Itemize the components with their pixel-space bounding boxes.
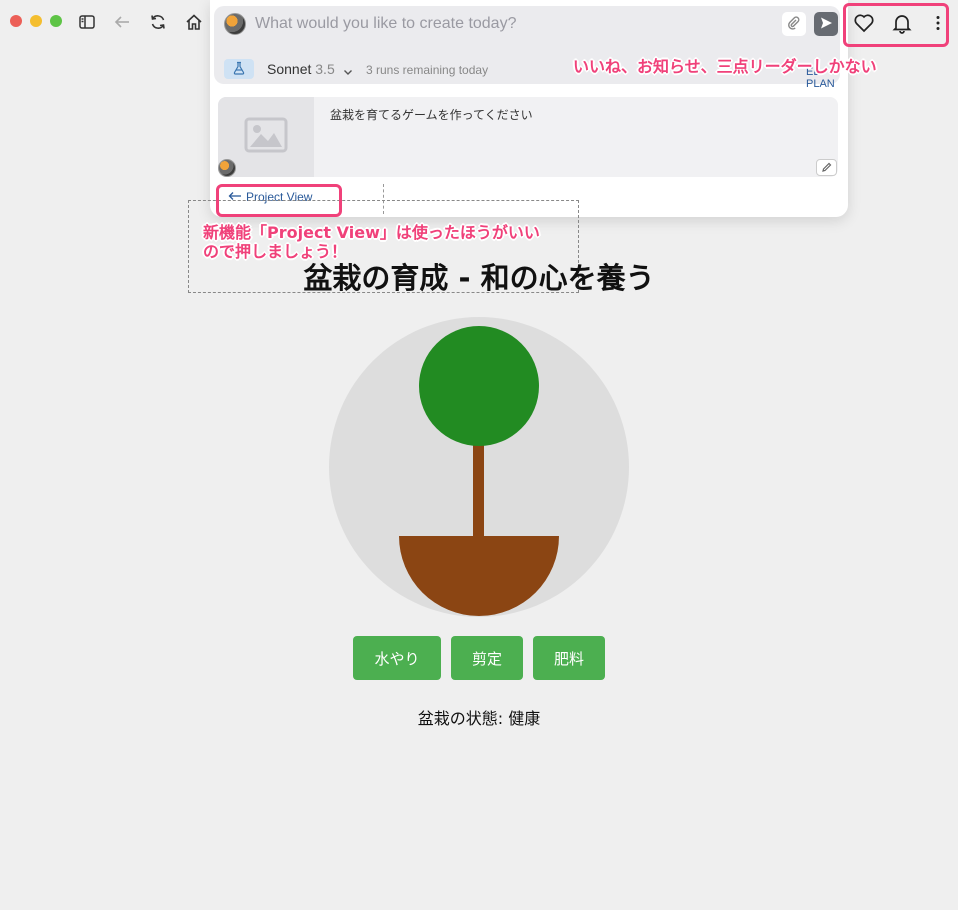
- bonsai-illustration: [329, 317, 629, 617]
- project-view-annotation-line1: 新機能「Project View」は使ったほうがいい: [203, 223, 540, 242]
- water-button[interactable]: 水やり: [353, 636, 441, 680]
- history-item[interactable]: 盆栽を育てるゲームを作ってください: [218, 97, 838, 177]
- icons-annotation: いいね、お知らせ、三点リーダーしかない: [573, 57, 877, 76]
- browser-window: What would you like to create today? Son…: [0, 0, 958, 910]
- image-placeholder-icon: [244, 117, 288, 157]
- window-close-button[interactable]: [10, 15, 22, 27]
- sidebar-icon[interactable]: [75, 10, 99, 34]
- icons-highlight-box: [843, 3, 949, 47]
- history-message: 盆栽を育てるゲームを作ってください: [330, 108, 533, 122]
- prune-button[interactable]: 剪定: [451, 636, 523, 680]
- bonsai-trunk: [473, 441, 484, 541]
- runs-remaining: 3 runs remaining today: [366, 63, 489, 77]
- edit-button[interactable]: [816, 159, 837, 176]
- model-name: Sonnet: [267, 61, 312, 77]
- home-icon[interactable]: [182, 10, 206, 34]
- user-avatar: [224, 13, 246, 35]
- status-label: 盆栽の状態:: [417, 709, 504, 728]
- model-version: 3.5: [315, 61, 335, 77]
- attach-button[interactable]: [782, 12, 806, 36]
- model-selector[interactable]: Sonnet 3.5: [267, 61, 335, 77]
- prompt-input[interactable]: What would you like to create today?: [255, 15, 516, 33]
- flask-icon: [232, 60, 246, 79]
- project-view-highlight-box: [216, 184, 342, 217]
- fertilize-button[interactable]: 肥料: [533, 636, 605, 680]
- paperclip-icon: [787, 15, 801, 34]
- status-value: 健康: [508, 709, 541, 728]
- bonsai-status: 盆栽の状態: 健康: [0, 705, 958, 729]
- experimental-toggle[interactable]: [224, 59, 254, 79]
- back-arrow-icon[interactable]: [110, 10, 134, 34]
- send-icon: [819, 15, 833, 34]
- send-button[interactable]: [814, 12, 838, 36]
- history-avatar: [218, 159, 236, 177]
- bonsai-foliage: [419, 326, 539, 446]
- action-buttons: 水やり 剪定 肥料: [0, 636, 958, 680]
- window-minimize-button[interactable]: [30, 15, 42, 27]
- window-maximize-button[interactable]: [50, 15, 62, 27]
- reload-icon[interactable]: [146, 10, 170, 34]
- chevron-down-icon[interactable]: [342, 63, 354, 75]
- game-title: 盆栽の育成 - 和の心を養う: [303, 261, 655, 295]
- pencil-icon: [821, 158, 832, 177]
